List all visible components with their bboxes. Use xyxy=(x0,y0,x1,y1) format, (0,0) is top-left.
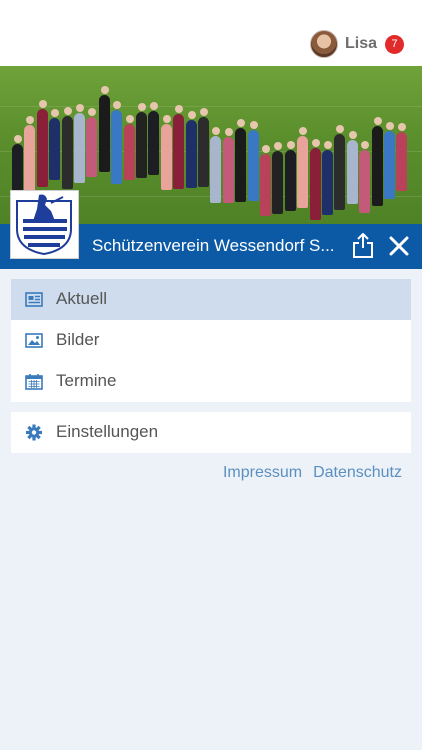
footer-links: Impressum Datenschutz xyxy=(212,464,402,482)
photo-person xyxy=(222,128,234,203)
menu-item-label: Bilder xyxy=(56,330,100,349)
main-menu: Aktuell Bilder Termine xyxy=(11,279,411,402)
photo-person xyxy=(136,103,147,178)
photo-person xyxy=(185,111,197,188)
photo-person xyxy=(384,122,395,199)
club-name: Schützenverein Wessendorf S... xyxy=(92,236,335,255)
photo-person xyxy=(123,115,135,180)
impressum-link[interactable]: Impressum xyxy=(223,464,302,482)
photo-person xyxy=(210,127,222,203)
photo-person xyxy=(260,145,271,216)
photo-person xyxy=(148,102,160,175)
close-button[interactable] xyxy=(388,235,410,257)
menu-item-einstellungen[interactable]: Einstellungen xyxy=(11,412,411,453)
avatar[interactable] xyxy=(309,30,338,58)
photo-person xyxy=(98,86,110,172)
menu-item-bilder[interactable]: Bilder xyxy=(11,320,411,361)
photo-person xyxy=(297,127,309,208)
notification-badge[interactable]: 7 xyxy=(385,34,404,54)
photo-person xyxy=(334,125,346,210)
photo-person xyxy=(160,115,172,190)
photo-person xyxy=(111,101,123,184)
calendar-icon xyxy=(25,374,43,390)
photo-person xyxy=(359,141,371,213)
settings-menu: Einstellungen xyxy=(11,412,411,453)
gear-icon xyxy=(26,424,42,441)
photo-person xyxy=(49,109,61,180)
menu-item-termine[interactable]: Termine xyxy=(11,361,411,402)
photo-person xyxy=(173,105,185,189)
menu-item-label: Termine xyxy=(56,371,117,390)
user-name[interactable]: Lisa xyxy=(345,35,377,53)
photo-person xyxy=(396,123,408,191)
share-button[interactable] xyxy=(351,232,375,259)
photo-person xyxy=(322,141,333,215)
close-icon xyxy=(389,236,409,256)
user-profile-button[interactable]: Lisa 7 xyxy=(309,28,404,60)
photo-person xyxy=(86,108,98,177)
photo-person xyxy=(74,104,85,183)
photo-person xyxy=(235,119,247,202)
club-logo xyxy=(10,190,79,259)
photo-person xyxy=(24,116,36,194)
image-icon xyxy=(25,333,43,348)
photo-person xyxy=(284,141,296,211)
photo-person xyxy=(61,107,73,189)
share-icon xyxy=(353,233,373,258)
photo-person xyxy=(36,100,48,187)
photo-person xyxy=(346,131,358,204)
photo-person xyxy=(247,121,259,201)
photo-person xyxy=(371,117,383,206)
top-bar: Lisa 7 xyxy=(0,0,422,66)
menu-item-label: Aktuell xyxy=(56,289,108,308)
newspaper-icon xyxy=(25,292,43,307)
menu-item-label: Einstellungen xyxy=(56,422,159,441)
photo-person xyxy=(309,139,321,220)
menu-item-aktuell[interactable]: Aktuell xyxy=(11,279,411,320)
photo-person xyxy=(198,108,209,187)
datenschutz-link[interactable]: Datenschutz xyxy=(313,464,402,482)
photo-person xyxy=(272,142,284,214)
